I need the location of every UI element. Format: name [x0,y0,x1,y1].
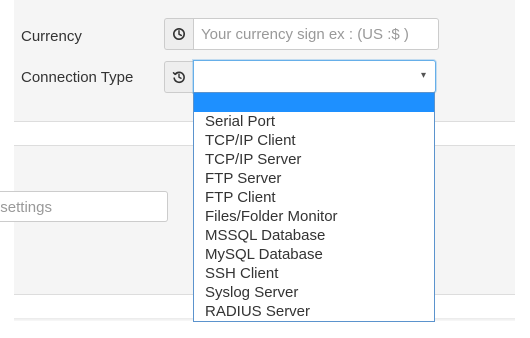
dropdown-option-tcp-ip-client[interactable]: TCP/IP Client [194,131,434,150]
connection-type-select[interactable]: ▾ [193,60,436,93]
dropdown-option-syslog-server[interactable]: Syslog Server [194,283,434,302]
dropdown-option-mssql-database[interactable]: MSSQL Database [194,226,434,245]
settings-page: Currency Connection Type ▾ ur settings S… [0,0,530,338]
currency-input[interactable] [193,18,439,50]
dropdown-option-ssh-client[interactable]: SSH Client [194,264,434,283]
connection-type-addon [164,61,193,93]
currency-addon [164,18,193,50]
dropdown-option-serial-port[interactable]: Serial Port [194,112,434,131]
history-icon [172,70,186,84]
dropdown-option-files-folder-monitor[interactable]: Files/Folder Monitor [194,207,434,226]
settings-input-text: ur settings [0,199,52,216]
dropdown-option-mysql-database[interactable]: MySQL Database [194,245,434,264]
chevron-down-icon: ▾ [420,70,426,81]
dropdown-option-blank[interactable] [194,93,434,112]
clock-icon [172,27,186,41]
connection-type-label: Connection Type [21,69,134,86]
dropdown-option-radius-server[interactable]: RADIUS Server [194,302,434,321]
connection-type-dropdown[interactable]: Serial Port TCP/IP Client TCP/IP Server … [193,92,435,322]
dropdown-option-ftp-server[interactable]: FTP Server [194,169,434,188]
dropdown-option-ftp-client[interactable]: FTP Client [194,188,434,207]
settings-input[interactable]: ur settings [0,191,168,222]
dropdown-option-tcp-ip-server[interactable]: TCP/IP Server [194,150,434,169]
currency-label: Currency [21,28,82,45]
